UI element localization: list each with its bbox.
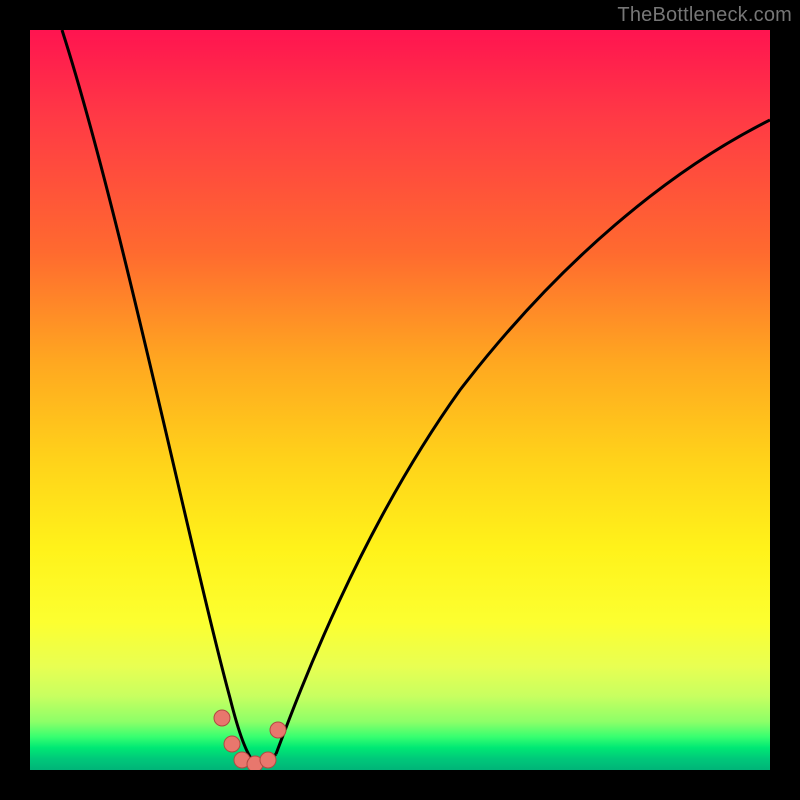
marker-group — [214, 710, 286, 770]
marker-dot — [260, 752, 276, 768]
watermark-text: TheBottleneck.com — [617, 4, 792, 27]
marker-dot — [224, 736, 240, 752]
marker-dot — [270, 722, 286, 738]
marker-dot — [214, 710, 230, 726]
curve-left — [62, 30, 254, 762]
bottleneck-curve — [30, 30, 770, 770]
plot-area — [30, 30, 770, 770]
curve-path-group — [62, 30, 770, 765]
curve-right — [276, 120, 770, 754]
outer-frame: TheBottleneck.com — [0, 0, 800, 800]
